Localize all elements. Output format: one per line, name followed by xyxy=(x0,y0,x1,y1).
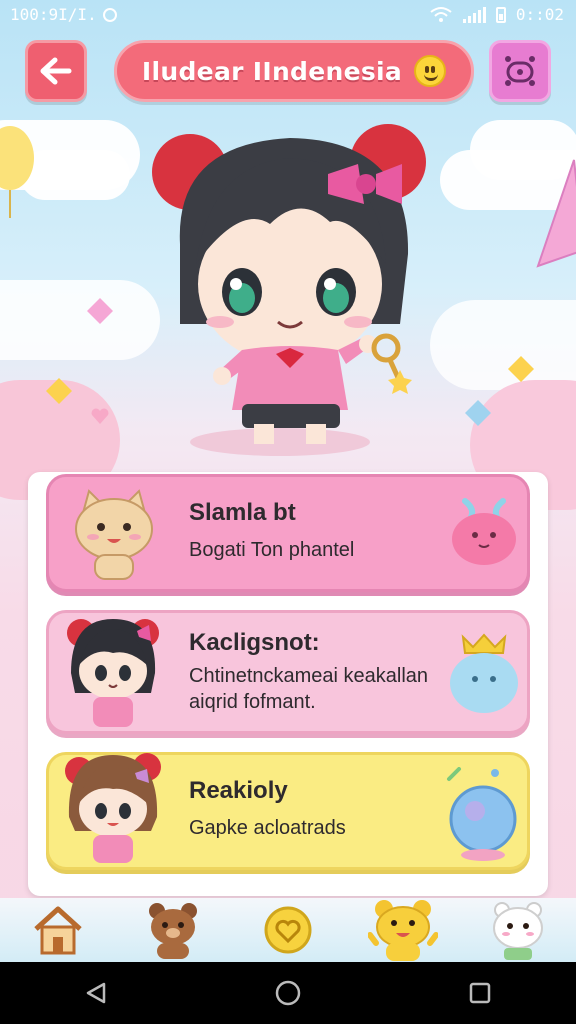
back-button[interactable] xyxy=(25,40,87,102)
system-back-button[interactable] xyxy=(76,973,116,1013)
back-triangle-icon xyxy=(86,982,106,1004)
card-description: Bogati Ton phantel xyxy=(189,539,355,561)
battery-icon xyxy=(495,6,506,23)
main-character-illustration xyxy=(152,124,426,456)
status-right: 0::02 xyxy=(429,5,564,24)
home-circle-icon xyxy=(275,980,301,1006)
kite-icon xyxy=(536,159,576,268)
card-item-3[interactable]: Reakioly Gapke acloatrads xyxy=(46,752,530,870)
recents-square-icon xyxy=(469,982,491,1004)
bear-icon xyxy=(148,903,197,959)
status-left: 100:9I/I. xyxy=(10,5,117,24)
title-pill: Iludear IIndenesia xyxy=(114,40,474,102)
status-bar: 100:9I/I. 0::02 xyxy=(0,0,576,30)
system-nav-bar xyxy=(0,962,576,1024)
page-title: Iludear IIndenesia xyxy=(141,56,403,86)
heart-coin-icon xyxy=(264,906,312,954)
nav-home[interactable] xyxy=(23,899,93,961)
arrow-left-icon xyxy=(40,57,72,85)
game-controller-icon xyxy=(505,56,535,86)
gem-icon xyxy=(508,356,534,382)
girl-sticker xyxy=(67,619,159,727)
house-icon xyxy=(33,906,82,955)
game-menu-button[interactable] xyxy=(489,40,551,102)
blue-crown-blob-icon xyxy=(450,633,518,713)
system-home-button[interactable] xyxy=(268,973,308,1013)
card-item-2[interactable]: Kaclіgsnot: Chtinetnckameai keakallan ai… xyxy=(46,610,530,734)
nav-yellow-bear[interactable] xyxy=(368,899,439,961)
system-recents-button[interactable] xyxy=(460,973,500,1013)
content-panel: Slamla bt Bogati Ton phantel Kaclіgsnot:… xyxy=(28,472,548,896)
yellow-bear-icon xyxy=(368,900,439,961)
status-time-right: 0::02 xyxy=(515,5,564,24)
card-description: Chtinetnckameai keakallan aiqrid fofmant… xyxy=(189,665,429,713)
gem-icon xyxy=(465,400,491,426)
nav-white-cat[interactable] xyxy=(483,899,553,961)
card-item-1[interactable]: Slamla bt Bogati Ton phantel xyxy=(46,474,530,592)
card-title: Slamla bt xyxy=(189,499,296,526)
bottom-nav xyxy=(0,898,576,962)
gem-icon xyxy=(87,298,113,324)
status-time-left: 100:9I/I. xyxy=(10,5,97,24)
wifi-icon xyxy=(430,6,452,22)
card-title: Reakioly xyxy=(189,777,288,804)
cat-sticker xyxy=(75,489,153,580)
pink-blob-icon xyxy=(452,498,516,565)
brown-hair-girl-sticker xyxy=(65,753,161,863)
sync-icon xyxy=(102,7,117,22)
nav-heart[interactable] xyxy=(253,899,323,961)
white-cat-icon xyxy=(493,902,544,960)
balloon-icon xyxy=(0,126,34,218)
smiley-icon xyxy=(414,55,447,87)
card-title: Kaclіgsnot: xyxy=(189,629,320,656)
signal-icon xyxy=(462,6,486,23)
crystal-ball-icon xyxy=(447,767,517,861)
heart-icon xyxy=(91,408,109,424)
gem-icon xyxy=(46,378,72,404)
nav-bear[interactable] xyxy=(138,899,208,961)
card-description: Gapke acloatrads xyxy=(189,817,346,839)
